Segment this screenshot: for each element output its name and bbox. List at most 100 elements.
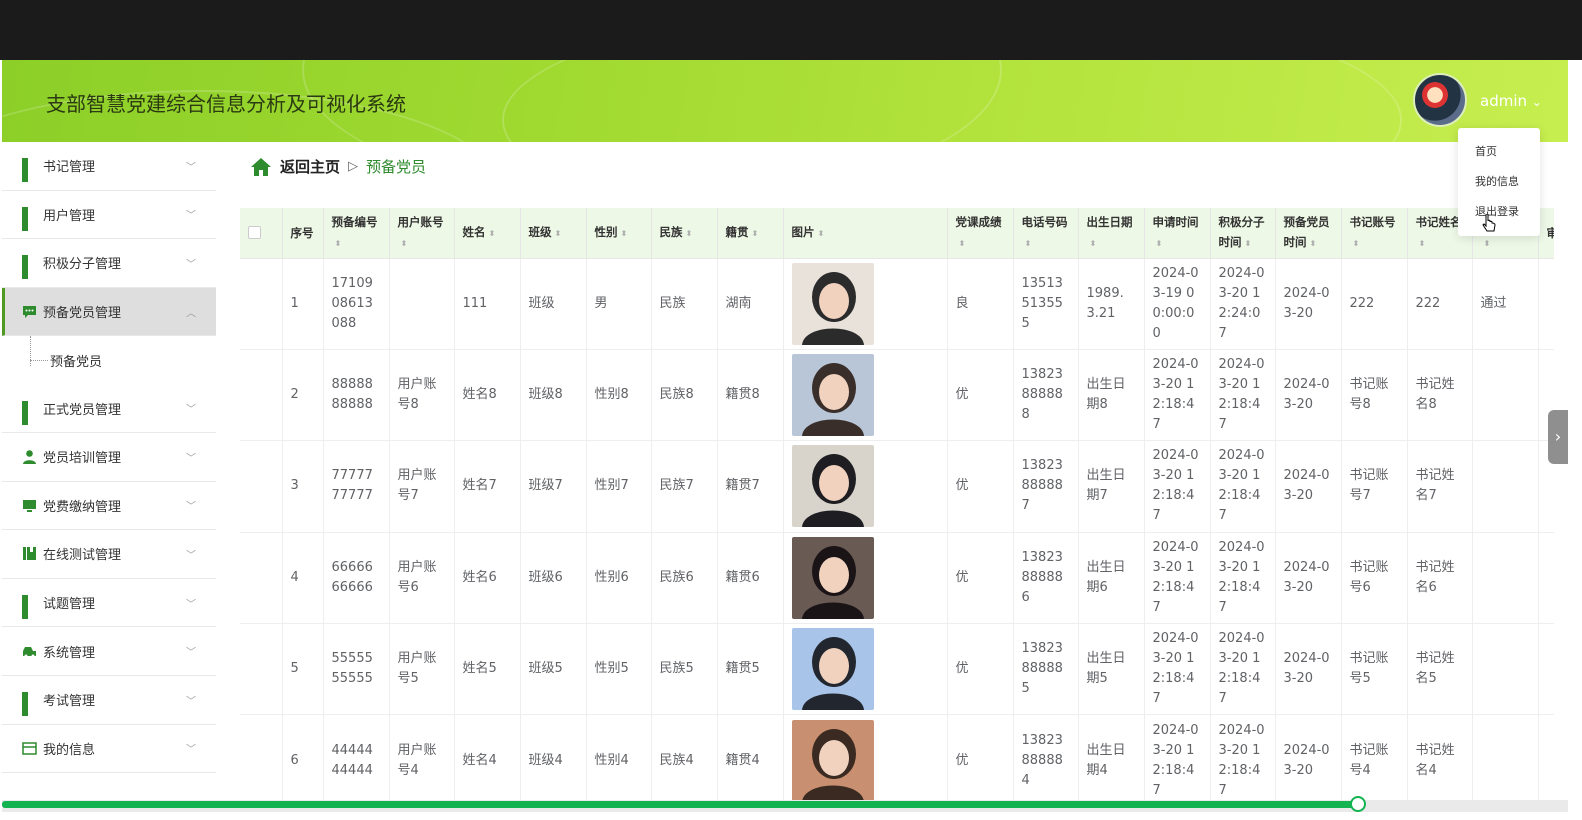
sidebar-item-dues[interactable]: 党费缴纳管理 ﹀ [2,482,216,531]
table-cell: 2024-03-20 12:18:47 [1144,714,1211,807]
member-photo[interactable] [791,536,874,619]
side-panel-toggle[interactable]: › [1548,410,1568,464]
sidebar-item-training[interactable]: 党员培训管理 ﹀ [2,433,216,482]
table-cell [1538,532,1554,625]
table-cell: 性别4 [586,714,652,807]
column-header-label: 用户账号 [397,214,444,229]
sidebar-item-system[interactable]: 系统管理 ﹀ [2,627,216,676]
table-cell: 民族6 [651,532,718,625]
column-header[interactable]: 班级 ⬍ [520,208,587,259]
sort-icon[interactable]: ⬍ [335,239,342,248]
table-header-row: 序号 预备编号⬍ 用户账号⬍ 姓名 ⬍ 班级 ⬍ 性别 ⬍ 民族 ⬍ 籍贯 ⬍ 图片 ⬍ 党课成绩⬍ 电话号码⬍… [240,208,1555,259]
user-menu-toggle[interactable]: admin ⌄ [1480,92,1542,110]
row-select-cell [240,349,283,442]
chevron-right-icon: › [1554,427,1562,446]
sidebar-item-online-test[interactable]: 在线测试管理 ﹀ [2,530,216,579]
table-row[interactable]: 3 7777777777 用户账号7 姓名7 班级7 性别7 民族7 籍贯7 优 13823888… [240,440,1554,533]
sidebar-item-users[interactable]: 用户管理 ﹀ [2,191,216,240]
select-all-checkbox[interactable] [248,226,261,240]
breadcrumb-home-link[interactable]: 返回主页 [280,156,340,177]
sort-icon[interactable]: ⬍ [1484,239,1491,248]
table-row[interactable]: 5 5555555555 用户账号5 姓名5 班级5 性别5 民族5 籍贯5 优 13823888… [240,623,1554,716]
column-header[interactable]: 审 [1538,208,1555,259]
column-header-label: 审 [1546,225,1555,240]
scrollbar-handle[interactable] [1350,796,1366,812]
table-cell: 2024-03-20 12:18:47 [1210,714,1276,807]
member-photo[interactable] [791,445,874,528]
sidebar-item-secretary[interactable]: 书记管理 ﹀ [2,142,216,191]
table-cell: 籍贯8 [717,349,784,442]
table-cell: 2 [282,349,324,442]
sidebar-item-label: 书记管理 [43,160,96,176]
table-cell: 出生日期4 [1078,714,1145,807]
dropdown-item-logout[interactable]: 退出登录 [1458,197,1540,227]
column-header[interactable]: 出生日期 ⬍ [1078,208,1145,259]
column-header[interactable]: 预备编号 ⬍ [323,208,390,259]
user-dropdown-menu: 首页 我的信息 退出登录 [1458,128,1540,236]
table-cell [1538,623,1554,716]
column-header[interactable]: 积极分子时间 ⬍ [1210,208,1276,259]
row-select-cell [240,440,283,533]
table-row[interactable]: 1 1710908613088 111 班级男民族 湖南 良 13513513555 1989… [240,258,1554,350]
sort-icon[interactable]: ⬍ [1025,239,1032,248]
horizontal-scrollbar[interactable] [2,796,1568,812]
sort-icon[interactable]: ⬍ [752,229,759,238]
sort-icon[interactable]: ⬍ [686,229,693,238]
member-photo[interactable] [791,354,874,437]
column-header[interactable]: 民族 ⬍ [651,208,718,259]
user-avatar[interactable] [1413,73,1467,127]
table-row[interactable]: 6 4444444444 用户账号4 姓名4 班级4 性别4 民族4 籍贯4 优 13823888… [240,714,1554,807]
sort-icon[interactable]: ⬍ [489,229,496,238]
sort-icon[interactable]: ⬍ [621,229,628,238]
sort-icon[interactable]: ⬍ [818,229,825,238]
row-select-cell [240,714,283,807]
sort-icon[interactable]: ⬍ [1310,239,1317,248]
table-row[interactable]: 4 6666666666 用户账号6 姓名6 班级6 性别6 民族6 籍贯6 优 13823888… [240,532,1554,625]
sort-icon[interactable]: ⬍ [401,239,408,248]
sidebar-subitem-probationary-member[interactable]: 预备党员 [2,336,216,384]
member-photo[interactable] [791,262,874,345]
sidebar-item-probationary-members[interactable]: 预备党员管理 ︿ [2,287,216,337]
table-cell: 籍贯6 [717,532,784,625]
column-header[interactable]: 申请时间 ⬍ [1144,208,1211,259]
sort-icon[interactable]: ⬍ [959,239,966,248]
table-cell [1538,258,1554,350]
column-header[interactable]: 党课成绩 ⬍ [947,208,1014,259]
sidebar: 书记管理 ﹀ 用户管理 ﹀ 积极分子管理 ﹀ 预备党员管理 ︿ 预备党员 正式党… [2,142,216,812]
member-photo[interactable] [791,719,874,802]
column-header[interactable]: 序号 [282,208,324,259]
column-header[interactable]: 书记账号 ⬍ [1341,208,1408,259]
column-header[interactable]: 电话号码 ⬍ [1013,208,1079,259]
member-photo[interactable] [791,628,874,711]
table-cell: 性别8 [586,349,652,442]
chevron-down-icon: ﹀ [186,550,196,562]
row-select-cell [240,532,283,625]
sort-icon[interactable]: ⬍ [1090,239,1097,248]
sidebar-item-activists[interactable]: 积极分子管理 ﹀ [2,239,216,288]
column-header[interactable]: 预备党员时间 ⬍ [1275,208,1342,259]
sort-icon[interactable]: ⬍ [1156,239,1163,248]
dropdown-item-my-info[interactable]: 我的信息 [1458,167,1540,197]
sidebar-item-my-info[interactable]: 我的信息 ﹀ [2,725,216,774]
scrollbar-thumb[interactable] [2,801,1358,808]
sort-icon[interactable]: ⬍ [1245,239,1252,248]
column-header[interactable]: 姓名 ⬍ [454,208,521,259]
table-cell: 姓名7 [454,440,521,533]
sort-icon[interactable]: ⬍ [1419,239,1426,248]
sidebar-item-questions[interactable]: 试题管理 ﹀ [2,579,216,628]
table-cell: 5 [282,623,324,716]
column-header[interactable]: 性别 ⬍ [586,208,652,259]
column-header[interactable]: 籍贯 ⬍ [717,208,784,259]
photo-cell [783,258,948,350]
dropdown-item-home[interactable]: 首页 [1458,137,1540,167]
table-row[interactable]: 2 8888888888 用户账号8 姓名8 班级8 性别8 民族8 籍贯8 优 13823888… [240,349,1554,442]
sidebar-item-formal-members[interactable]: 正式党员管理 ﹀ [2,384,216,433]
grid-icon [22,255,37,280]
sort-icon[interactable]: ⬍ [555,229,562,238]
sort-icon[interactable]: ⬍ [1353,239,1360,248]
home-icon[interactable] [250,157,272,177]
column-header[interactable]: 图片 ⬍ [783,208,948,259]
sidebar-item-exams[interactable]: 考试管理 ﹀ [2,676,216,725]
column-header[interactable]: 用户账号 ⬍ [389,208,455,259]
select-all-header[interactable] [240,208,283,259]
